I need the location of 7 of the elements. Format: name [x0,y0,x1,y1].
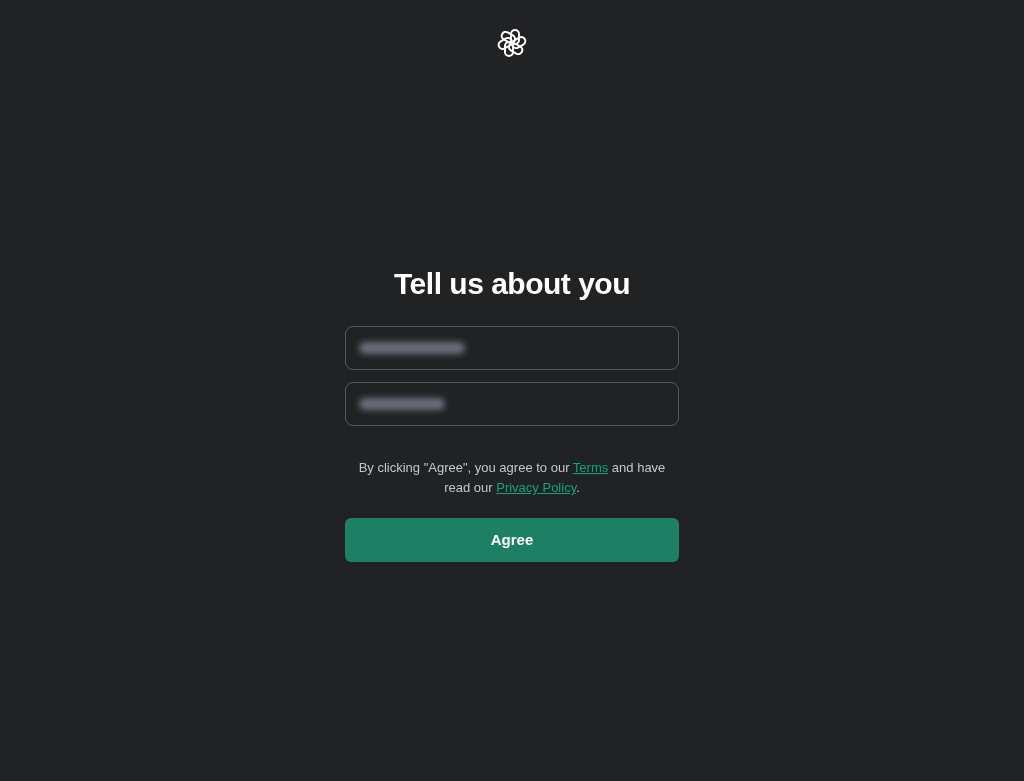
terms-link[interactable]: Terms [572,460,609,475]
page-title: Tell us about you [394,266,630,302]
logo-icon [496,27,528,59]
consent-text: By clicking "Agree", you agree to our Terms and have read our Privacy Policy. [357,459,667,497]
agree-button[interactable]: Agree [345,518,679,562]
name-field[interactable] [345,326,679,370]
birthday-field[interactable] [345,382,679,426]
